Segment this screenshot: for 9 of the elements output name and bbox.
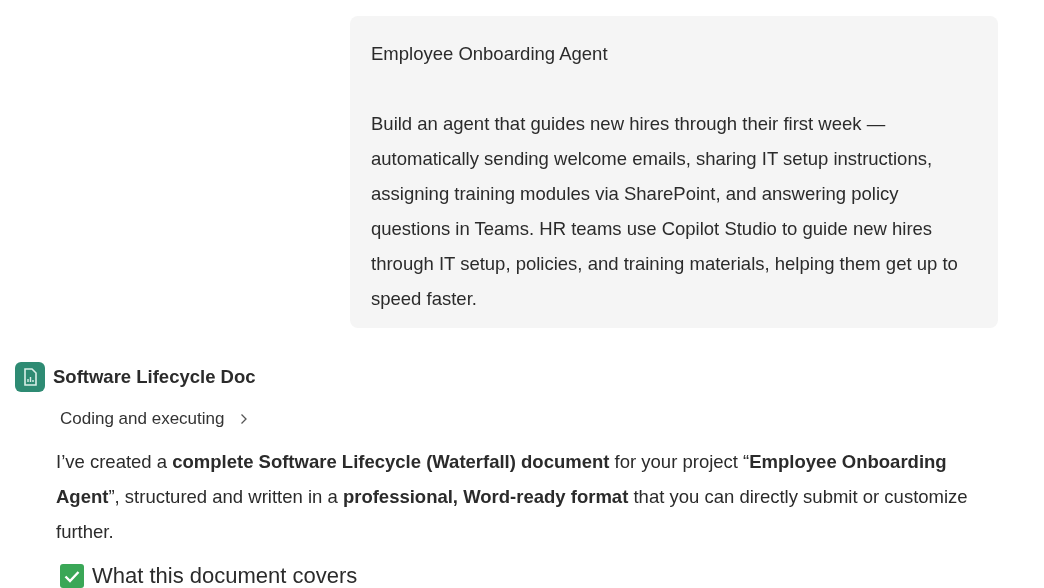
message-title: Employee Onboarding Agent <box>371 42 609 66</box>
chevron-icon <box>240 412 249 425</box>
section-heading: What this document covers <box>92 562 358 588</box>
checkmark-icon <box>60 563 84 588</box>
document-icon <box>15 362 45 392</box>
status-toggle[interactable]: Coding and executing <box>60 406 249 432</box>
response-text: I’ve created a complete Software Lifecycle (Waterfall) document for your project “Employee Onboarding Agent”, structured and written in a professional, Word-ready format that you can directly submit or customize further. <box>56 449 969 544</box>
message-text: Build an agent that guides new hires through their first week — automatically sending welcome emails, sharing IT setup instructions, assigning training modules via SharePoint, and answering policy questions in Teams. HR teams use Copilot Studio to guide new hires through IT setup, policies, and training materials, helping them get up to speed faster. <box>371 112 959 311</box>
agent-name: Software Lifecycle Doc <box>53 365 256 390</box>
